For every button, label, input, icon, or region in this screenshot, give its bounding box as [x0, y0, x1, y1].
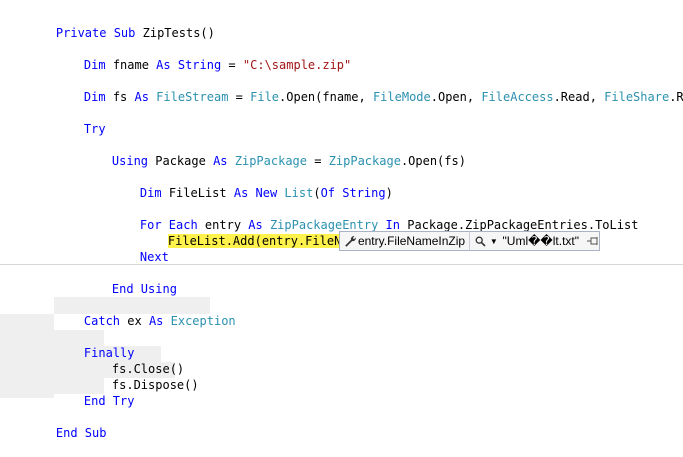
datatip-value[interactable]: "Uml��lt.txt" — [503, 234, 579, 248]
type-name: FileShare — [604, 90, 670, 104]
code-text: ) — [385, 186, 393, 200]
identifier: ex — [120, 314, 149, 328]
code-line-dispose: fs.Dispose() — [83, 361, 199, 392]
type-name: FileStream — [148, 90, 229, 104]
identifier: FileList — [161, 186, 234, 200]
type-name: String — [170, 58, 222, 72]
type-name: Exception — [163, 314, 236, 328]
code-line-catch: Catch ex As Exception — [55, 297, 236, 328]
code-line-dim-filelist: Dim FileList As New List(Of String) — [111, 169, 393, 200]
code-text: .Open(fname, — [279, 90, 373, 104]
keyword: Dim — [139, 186, 162, 200]
identifier: fs — [105, 90, 135, 104]
wrench-icon — [343, 235, 358, 247]
code-line-next: Next — [111, 233, 169, 264]
datatip-expression: entry.FileNameInZip — [358, 232, 471, 250]
keyword: As — [134, 90, 149, 104]
operator: = — [307, 154, 329, 168]
type-name: FileMode — [372, 90, 431, 104]
code-line-end-using: End Using — [83, 265, 177, 296]
keyword: As — [213, 154, 228, 168]
code-line-using: Using Package As ZipPackage = ZipPackage… — [83, 137, 466, 168]
type-name: List — [277, 186, 314, 200]
debugger-datatip[interactable]: entry.FileNameInZip ▼ "Uml��lt.txt" — [339, 231, 600, 251]
identifier: Package — [148, 154, 214, 168]
pin-icon[interactable] — [587, 236, 599, 246]
magnifier-icon[interactable] — [474, 236, 487, 247]
type-name: ZipPackage — [328, 154, 401, 168]
keyword: Catch — [83, 314, 121, 328]
keyword: Dim — [83, 90, 106, 104]
identifier: ZipTests() — [135, 26, 215, 40]
operator: = — [221, 58, 243, 72]
code-text: .Read) — [669, 90, 683, 104]
code-line-try: Try — [55, 105, 106, 136]
keyword: End Try — [83, 394, 135, 408]
keyword: Next — [139, 250, 169, 264]
code-line-close: fs.Close() — [83, 345, 184, 376]
string-literal: "C:\sample.zip" — [242, 58, 352, 72]
keyword: As — [156, 58, 171, 72]
keyword: As — [148, 314, 164, 328]
type-name: File — [250, 90, 280, 104]
identifier: fname — [105, 58, 157, 72]
keyword: End Using — [111, 282, 177, 296]
keyword: String — [335, 186, 386, 200]
code-line-end-sub: End Sub — [27, 409, 107, 440]
code-text: Package.ZipPackageEntries.ToList — [400, 218, 639, 232]
keyword: As — [233, 186, 249, 200]
code-line-sub-header: Private Sub ZipTests() — [27, 9, 215, 40]
chevron-down-icon[interactable]: ▼ — [489, 237, 498, 246]
code-line-dim-fs: Dim fs As FileStream = File.Open(fname, … — [55, 73, 683, 104]
code-text: ( — [313, 186, 321, 200]
code-line-for-each: For Each entry As ZipPackageEntry In Pac… — [111, 201, 639, 232]
type-name: ZipPackage — [227, 154, 307, 168]
code-text: .Open(fs) — [400, 154, 466, 168]
code-text: .Open, — [430, 90, 482, 104]
code-line-dim-fname: Dim fname As String = "C:\sample.zip" — [55, 41, 351, 72]
finally-block-shading — [0, 314, 54, 398]
keyword: Using — [111, 154, 149, 168]
keyword: Private Sub — [55, 26, 136, 40]
code-editor[interactable]: Private Sub ZipTests() Dim fname As Stri… — [0, 0, 683, 440]
keyword: Dim — [83, 58, 106, 72]
keyword: Try — [83, 122, 106, 136]
code-line-end-try: End Try — [55, 377, 135, 408]
keyword: Of — [320, 186, 336, 200]
code-line-finally: Finally — [55, 329, 135, 360]
code-text: .Read, — [553, 90, 605, 104]
operator: = — [228, 90, 251, 104]
keyword: End Sub — [55, 426, 107, 440]
type-name: FileAccess — [481, 90, 554, 104]
keyword: New — [248, 186, 278, 200]
